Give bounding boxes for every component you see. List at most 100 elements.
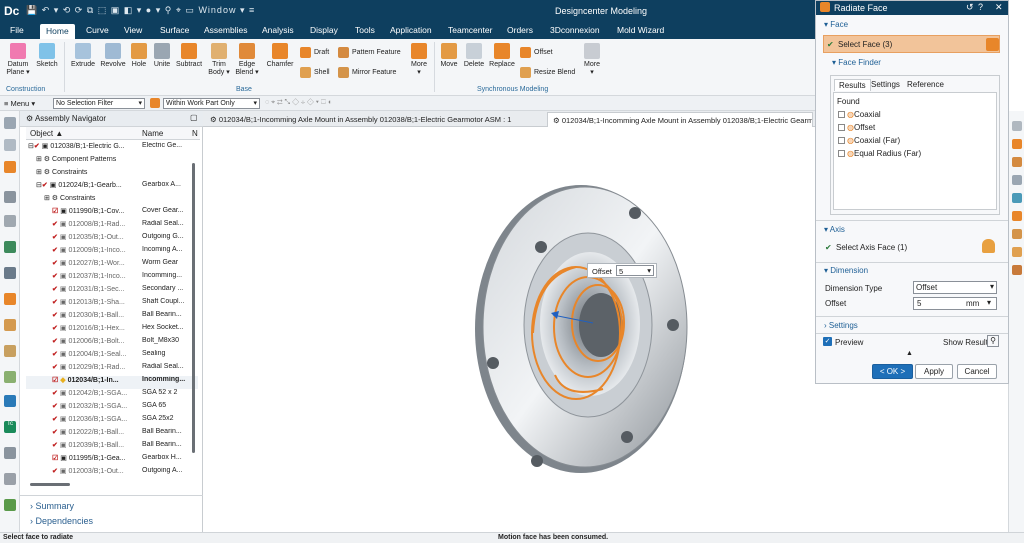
close-icon[interactable]: ✕ (995, 2, 1003, 13)
move-button[interactable]: Move (437, 43, 461, 69)
hole-button[interactable]: Hole (128, 43, 150, 69)
face-selection-icon[interactable] (986, 38, 999, 51)
tree-row[interactable]: ⊞ ⚙ Constraints (26, 194, 198, 207)
offset-field[interactable]: 5 mm ▾ (913, 297, 997, 310)
offset-onscreen-input[interactable]: Offset 5 ▾ (587, 263, 657, 278)
offset-unit[interactable]: mm (966, 299, 979, 308)
subtract-button[interactable]: Subtract (174, 43, 204, 69)
filter-icon[interactable] (150, 98, 160, 108)
column-n[interactable]: N (192, 129, 198, 138)
window-menu[interactable]: Window (198, 5, 236, 15)
collapse-icon[interactable]: ▲ (906, 350, 913, 357)
tab-file[interactable]: File (10, 25, 24, 35)
tree-row[interactable]: ⊟✔ ▣ 012038/B;1-Electric G... Electric Ge.… (26, 142, 198, 155)
view-icon[interactable] (1012, 121, 1022, 131)
sketch-button[interactable]: Sketch (34, 43, 60, 69)
section-icon[interactable] (1012, 247, 1022, 257)
tree-row[interactable]: ✔ ▣ 012008/B;1-Rad... Radial Seal... (26, 220, 198, 233)
tab-orders[interactable]: Orders (507, 25, 533, 35)
column-name[interactable]: Name (142, 129, 163, 138)
clock-icon[interactable] (4, 447, 16, 459)
tab-home[interactable]: Home (40, 24, 75, 39)
datum-plane-button[interactable]: Datum Plane ▾ (4, 43, 32, 77)
found-item-equal-radius-far[interactable]: ◍Equal Radius (Far) (838, 149, 921, 158)
tab-surface[interactable]: Surface (160, 25, 189, 35)
offset-button[interactable]: Offset (520, 47, 553, 58)
ok-button[interactable]: < OK > (872, 364, 913, 379)
part-navigator-icon[interactable] (4, 139, 16, 151)
scope-dropdown[interactable]: Within Work Part Only (163, 98, 260, 109)
navigator-hscrollbar[interactable] (30, 483, 70, 486)
draft-button[interactable]: Draft (300, 47, 329, 58)
tree-row[interactable]: ✔ ▣ 012004/B;1-Seal... Sealing (26, 350, 198, 363)
checkbox[interactable] (838, 124, 845, 131)
tree-row[interactable]: ✔ ▣ 012039/B;1-Ball... Ball Bearin... (26, 441, 198, 454)
tree-row[interactable]: ✔ ▣ 012032/B;1-SGA... SGA 65 (26, 402, 198, 415)
show-result-icon[interactable]: ⚲ (987, 335, 999, 347)
roles-icon[interactable] (4, 395, 16, 407)
tree-row[interactable]: ✔ ▣ 012042/B;1-SGA... SGA 52 x 2 (26, 389, 198, 402)
process-studio-icon[interactable] (4, 345, 16, 357)
tab-assemblies[interactable]: Assemblies (204, 25, 247, 35)
dimension-section-header[interactable]: ▾ Dimension (824, 266, 868, 275)
quick-access-toolbar[interactable]: 💾 ↶ ▾ ⟲ ⟳ ⧉ ⬚ ▣ ◧ ▾ ● ▾ ⚲ ⌖ ▭ Window ▾ ≡ (26, 5, 255, 16)
tree-row[interactable]: ✔ ▣ 012006/B;1-Bolt... Bolt_M8x30 (26, 337, 198, 350)
color-palette-icon[interactable] (4, 499, 16, 511)
tab-view[interactable]: View (124, 25, 142, 35)
face-finder-header[interactable]: ▾ Face Finder (832, 58, 881, 67)
replace-button[interactable]: Replace (487, 43, 517, 69)
tab-settings[interactable]: Settings (871, 80, 900, 89)
tree-row[interactable]: ✔ ▣ 012037/B;1-Inco... Incomming... (26, 272, 198, 285)
axis-section-header[interactable]: ▾ Axis (824, 225, 845, 234)
tree-row[interactable]: ⊞ ⚙ Constraints (26, 168, 198, 181)
trim-body-button[interactable]: Trim Body ▾ (206, 43, 232, 77)
shell-button[interactable]: Shell (300, 67, 330, 78)
column-object[interactable]: Object ▲ (30, 129, 63, 138)
more-sync-button[interactable]: More ▾ (580, 43, 604, 77)
edge-blend-button[interactable]: Edge Blend ▾ (234, 43, 260, 77)
more-base-button[interactable]: More ▾ (406, 43, 432, 77)
chevron-down-icon[interactable]: ▾ (987, 298, 991, 307)
resize-blend-button[interactable]: Resize Blend (520, 67, 575, 78)
tree-row[interactable]: ✔ ▣ 012009/B;1-Inco... Incoming A... (26, 246, 198, 259)
found-item-offset[interactable]: ◍Offset (838, 123, 875, 132)
feature-icon[interactable] (1012, 157, 1022, 167)
tree-row[interactable]: ✔ ▣ 012035/B;1-Out... Outgoing G... (26, 233, 198, 246)
tab-tools[interactable]: Tools (355, 25, 375, 35)
tree-row[interactable]: ✔ ▣ 012022/B;1-Ball... Ball Bearin... (26, 428, 198, 441)
assembly-navigator-icon[interactable] (4, 161, 16, 173)
edge-icon[interactable] (1012, 193, 1022, 203)
tree-row[interactable]: ⊞ ⚙ Component Patterns (26, 155, 198, 168)
measure-icon[interactable] (1012, 265, 1022, 275)
tab-display[interactable]: Display (310, 25, 338, 35)
checkbox[interactable] (838, 137, 845, 144)
history-icon[interactable] (4, 293, 16, 305)
tree-row[interactable]: ✔ ▣ 012013/B;1-Sha... Shaft Coupl... (26, 298, 198, 311)
reuse-library-icon[interactable] (4, 215, 16, 227)
system-materials-icon[interactable] (4, 319, 16, 331)
mirror-feature-button[interactable]: Mirror Feature (338, 67, 396, 78)
doc-tab-1[interactable]: ⚙ 012034/B;1-Incomming Axle Mount in Ass… (205, 112, 545, 127)
tree-row[interactable]: ✔ ▣ 012016/B;1-Hex... Hex Socket... (26, 324, 198, 337)
tab-teamcenter[interactable]: Teamcenter (448, 25, 492, 35)
revolve-button[interactable]: Revolve (99, 43, 127, 69)
offset-value[interactable]: 5 (917, 299, 921, 308)
sketch-palette-icon[interactable] (4, 473, 16, 485)
hd3d-icon[interactable] (4, 241, 16, 253)
constraint-navigator-icon[interactable] (4, 191, 16, 203)
tab-curve[interactable]: Curve (86, 25, 109, 35)
settings-section-header[interactable]: › Settings (824, 321, 858, 330)
navigator-scrollbar[interactable] (192, 163, 195, 453)
offset-onscreen-value[interactable]: 5 ▾ (616, 265, 654, 276)
apply-button[interactable]: Apply (915, 364, 953, 379)
found-item-coaxial-far[interactable]: ◍Coaxial (Far) (838, 136, 900, 145)
selection-filter-dropdown[interactable]: No Selection Filter (53, 98, 145, 109)
menu-button[interactable]: ≡ Menu ▾ (4, 99, 35, 108)
checkbox[interactable] (838, 111, 845, 118)
maximize-icon[interactable]: ▢ (190, 113, 198, 122)
flange-part[interactable] (475, 185, 688, 473)
help-icon[interactable]: ? (978, 2, 983, 12)
delete-button[interactable]: Delete (461, 43, 487, 69)
cancel-button[interactable]: Cancel (957, 364, 997, 379)
point-icon[interactable] (1012, 211, 1022, 221)
